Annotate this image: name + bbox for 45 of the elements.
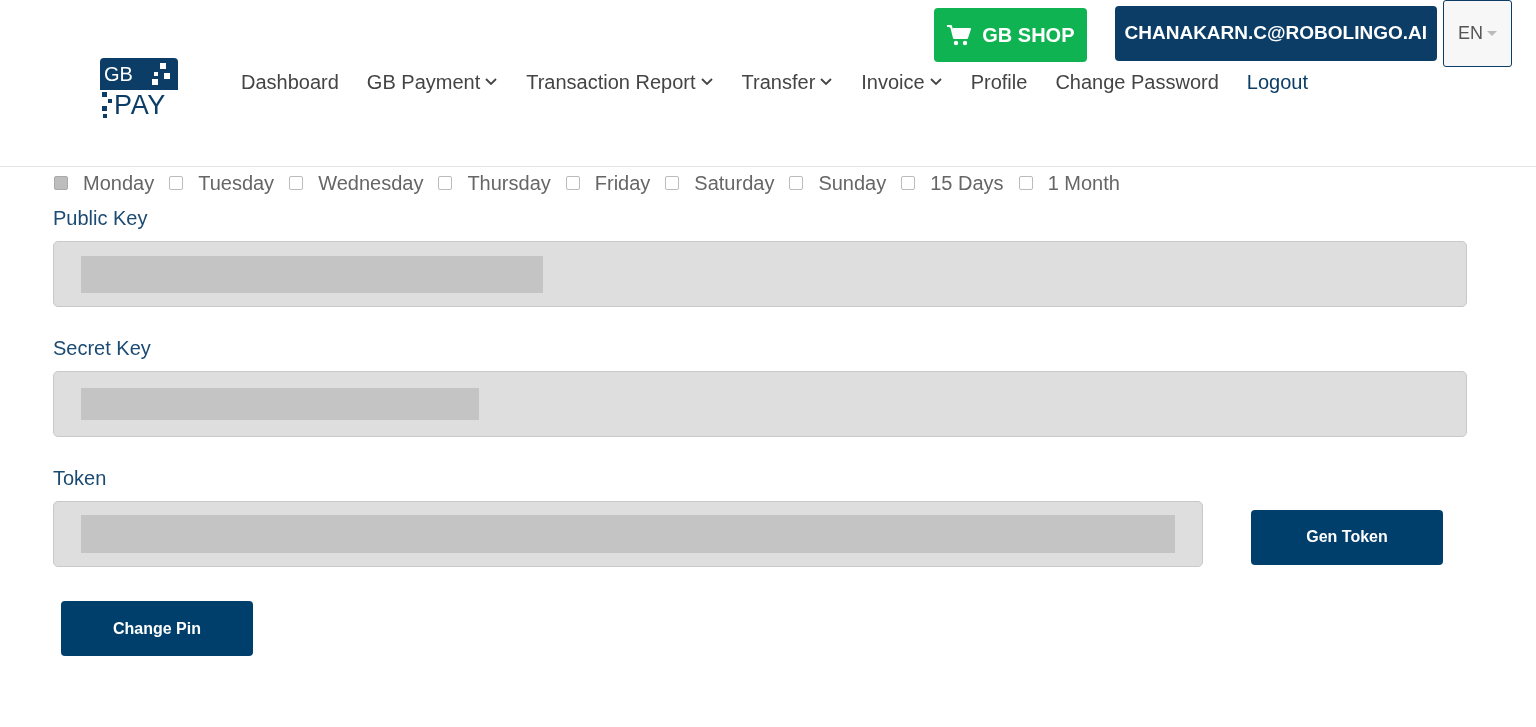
input-field[interactable] xyxy=(53,241,1467,307)
input-field[interactable] xyxy=(53,371,1467,437)
day-checkbox[interactable] xyxy=(901,176,916,190)
chevron-down-icon xyxy=(484,77,499,87)
day-label: Tuesday xyxy=(198,171,275,196)
nav-link[interactable]: Transaction Report xyxy=(526,67,714,97)
field-label: Token xyxy=(53,466,108,491)
account-button[interactable]: CHANAKARN.C@ROBOLINGO.AI xyxy=(1114,6,1437,61)
day-label: Friday xyxy=(594,171,651,196)
day-label: Wednesday xyxy=(318,171,424,196)
chevron-down-icon xyxy=(699,77,714,87)
nav-link[interactable]: Profile xyxy=(970,67,1028,97)
change-pin-button[interactable]: Change Pin xyxy=(61,601,253,656)
day-label: 15 Days xyxy=(930,171,1004,196)
day-label: 1 Month xyxy=(1047,171,1120,196)
cart-icon xyxy=(946,24,973,46)
field-label: Public Key xyxy=(53,206,149,231)
day-label: Thursday xyxy=(467,171,551,196)
day-checkbox[interactable] xyxy=(169,176,184,190)
day-checkbox[interactable] xyxy=(1018,176,1033,190)
day-checkbox[interactable] xyxy=(438,176,453,190)
nav-link[interactable]: Invoice xyxy=(861,67,943,97)
day-checkbox[interactable] xyxy=(789,176,804,190)
language-select[interactable]: EN xyxy=(1443,0,1512,67)
pixel-icon xyxy=(100,90,114,120)
chevron-down-icon xyxy=(928,77,943,87)
nav-link[interactable]: GB Payment xyxy=(366,67,499,97)
chevron-down-icon xyxy=(819,77,834,87)
day-label: Sunday xyxy=(818,171,887,196)
gen-token-button[interactable]: Gen Token xyxy=(1251,509,1443,565)
day-checkbox[interactable] xyxy=(54,176,68,190)
caret-icon xyxy=(1487,30,1497,37)
nav-link[interactable]: Transfer xyxy=(741,67,834,97)
logo-text: GB xyxy=(104,64,133,84)
nav-link[interactable]: Logout xyxy=(1246,67,1308,97)
field-label: Secret Key xyxy=(53,336,152,361)
day-label: Saturday xyxy=(694,171,775,196)
logo-text: PAY xyxy=(114,91,167,119)
nav-link[interactable]: Dashboard xyxy=(241,67,339,97)
day-checkbox[interactable] xyxy=(289,176,304,190)
day-checkbox[interactable] xyxy=(565,176,580,190)
day-checkbox[interactable] xyxy=(665,176,680,190)
input-field[interactable] xyxy=(53,501,1203,567)
nav-link[interactable]: Change Password xyxy=(1055,67,1219,97)
day-label: Monday xyxy=(83,171,155,196)
